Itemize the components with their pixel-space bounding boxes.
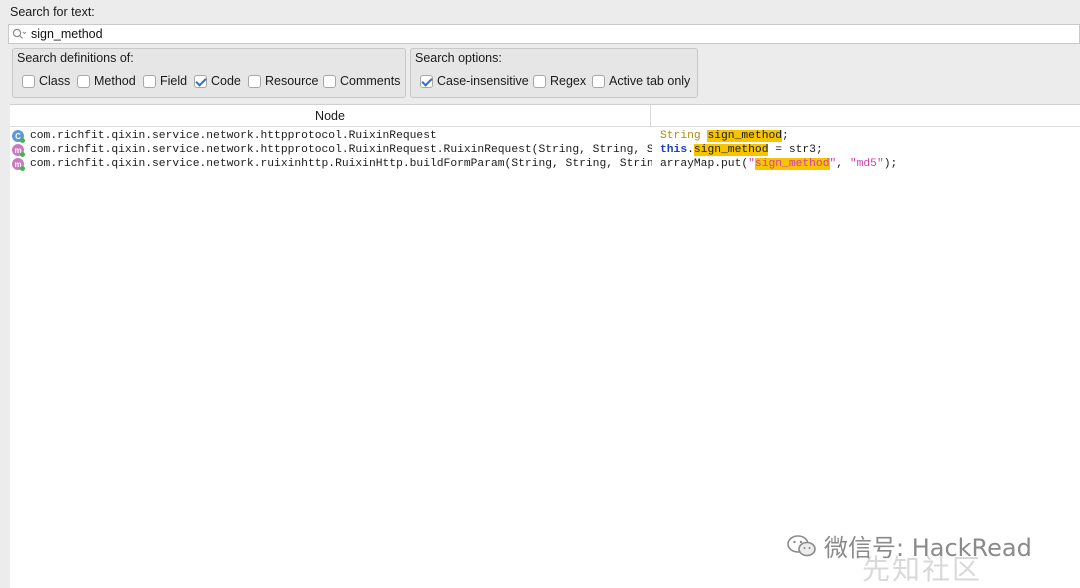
node-cell: com.richfit.qixin.service.network.httppr… xyxy=(30,144,652,156)
code-cell: this.sign_method = str3; xyxy=(660,144,823,156)
checkbox-case-insensitive[interactable]: Case-insensitive xyxy=(420,73,529,89)
checkbox-box-checked[interactable] xyxy=(420,74,433,88)
wechat-icon xyxy=(786,533,818,559)
code-cell: arrayMap.put("sign_method", "md5"); xyxy=(660,158,898,170)
checkbox-box[interactable] xyxy=(22,74,35,88)
checkbox-box[interactable] xyxy=(533,74,546,88)
checkbox-comments[interactable]: Comments xyxy=(323,73,400,89)
method-icon: m xyxy=(12,144,25,157)
checkbox-label: Field xyxy=(160,74,188,88)
checkbox-box[interactable] xyxy=(143,74,156,88)
checkbox-box-checked[interactable] xyxy=(194,74,207,88)
checkbox-regex[interactable]: Regex xyxy=(533,73,586,89)
checkbox-label: Resource xyxy=(265,74,319,88)
column-header-node[interactable]: Node xyxy=(10,105,650,127)
checkbox-label: Case-insensitive xyxy=(437,74,529,88)
checkbox-method[interactable]: Method xyxy=(77,73,136,89)
checkbox-label: Comments xyxy=(340,74,401,88)
class-icon: C xyxy=(12,130,25,143)
definitions-title: Search definitions of: xyxy=(17,51,134,65)
checkbox-label: Code xyxy=(211,74,241,88)
checkbox-label: Active tab only xyxy=(609,74,691,88)
results-table[interactable]: Node C com.richfit.qixin.service.network… xyxy=(10,104,1080,588)
checkbox-box[interactable] xyxy=(77,74,90,88)
watermark-text: 微信号: HackRead xyxy=(824,534,1032,562)
table-row[interactable]: m com.richfit.qixin.service.network.ruix… xyxy=(10,157,1080,171)
search-field[interactable] xyxy=(8,24,1080,44)
node-cell: com.richfit.qixin.service.network.ruixin… xyxy=(30,158,652,170)
match-highlight: sign_method xyxy=(754,158,830,170)
search-label: Search for text: xyxy=(10,5,95,19)
checkbox-box[interactable] xyxy=(248,74,261,88)
column-header-code[interactable] xyxy=(651,105,1080,127)
table-row[interactable]: m com.richfit.qixin.service.network.http… xyxy=(10,143,1080,157)
search-input[interactable] xyxy=(31,27,931,41)
checkbox-label: Method xyxy=(94,74,136,88)
method-icon: m xyxy=(12,158,25,171)
checkbox-code[interactable]: Code xyxy=(194,73,241,89)
checkbox-label: Regex xyxy=(550,74,587,88)
search-options-title: Search options: xyxy=(415,51,502,65)
match-highlight: sign_method xyxy=(707,130,783,142)
column-separator[interactable] xyxy=(650,105,651,127)
code-cell: String sign_method; xyxy=(660,130,789,142)
node-cell: com.richfit.qixin.service.network.httppr… xyxy=(30,130,437,142)
checkbox-field[interactable]: Field xyxy=(143,73,187,89)
checkbox-resource[interactable]: Resource xyxy=(248,73,319,89)
search-icon xyxy=(12,27,28,41)
match-highlight: sign_method xyxy=(693,144,769,156)
checkbox-class[interactable]: Class xyxy=(22,73,70,89)
table-row[interactable]: C com.richfit.qixin.service.network.http… xyxy=(10,129,1080,143)
watermark: 微信号: HackRead xyxy=(786,528,1032,563)
checkbox-label: Class xyxy=(39,74,71,88)
checkbox-box[interactable] xyxy=(323,74,336,88)
checkbox-active-tab-only[interactable]: Active tab only xyxy=(592,73,690,89)
checkbox-box[interactable] xyxy=(592,74,605,88)
